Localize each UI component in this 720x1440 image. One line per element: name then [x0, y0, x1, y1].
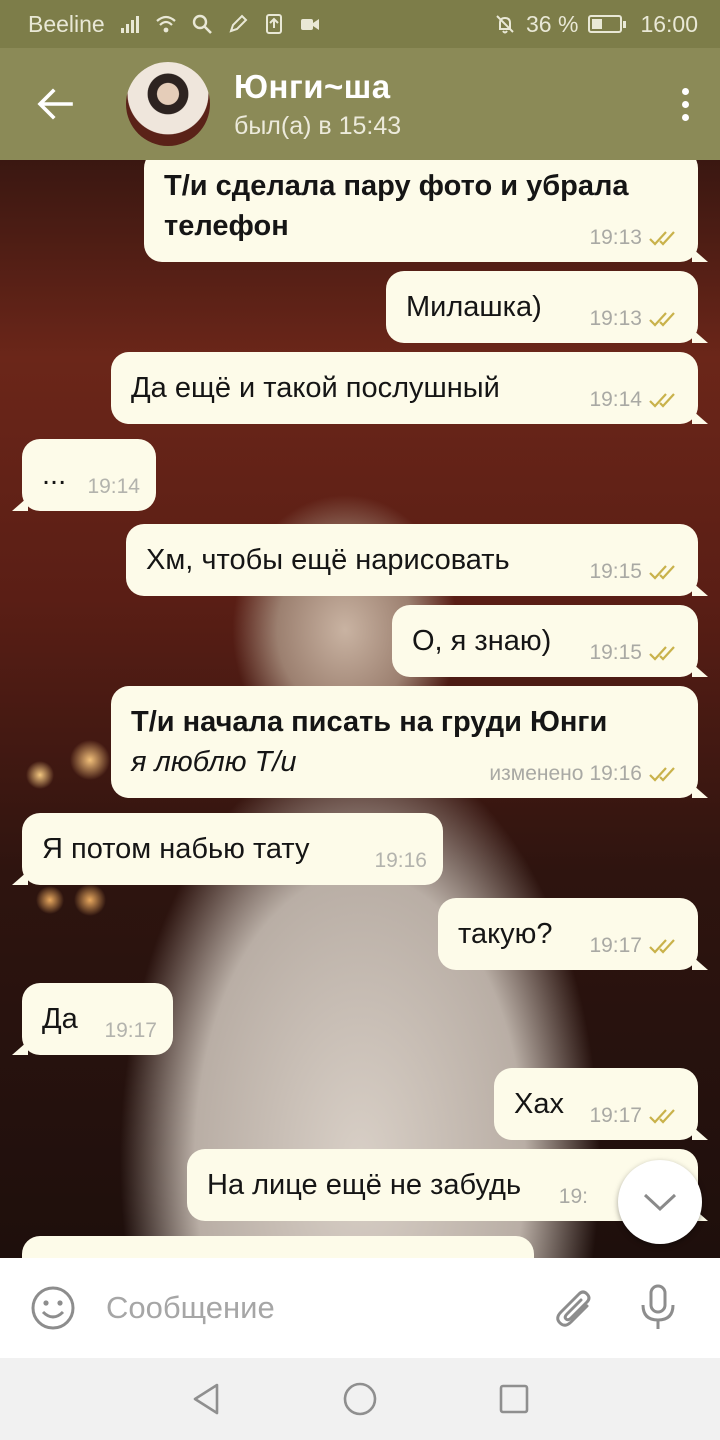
message-text: такую?: [458, 918, 553, 950]
message-text: Да: [42, 1003, 78, 1035]
status-bar: Beeline 36 % 16:00: [0, 0, 720, 48]
message-time: 19:17: [589, 1104, 642, 1127]
contact-status: был(а) в 15:43: [234, 111, 402, 140]
battery-percent: 36 %: [526, 10, 579, 37]
message-input[interactable]: [106, 1290, 526, 1326]
message-meta: 19:17: [589, 934, 682, 958]
system-nav-bar: [0, 1358, 720, 1440]
message-text: Милашка): [406, 291, 542, 323]
message-time: 19:16: [589, 762, 642, 785]
message-bubble[interactable]: Милашка) 19:13: [386, 271, 708, 343]
message-text: Хм, чтобы ещё нарисовать: [146, 544, 510, 576]
square-recents-icon: [499, 1384, 529, 1414]
read-ticks-icon: [649, 393, 675, 408]
carrier-name: Beeline: [28, 10, 105, 37]
message-text: О, я знаю): [412, 625, 552, 657]
message-bubble[interactable]: Да 19:17: [12, 983, 173, 1055]
message-time: 19:13: [589, 226, 642, 249]
message-text: Т/и сделала пару фото и убрала: [164, 170, 629, 202]
message-meta: 19:14: [87, 475, 140, 499]
message-text: ...: [42, 459, 67, 491]
read-ticks-icon: [649, 231, 675, 246]
message-time: 19:: [558, 1185, 588, 1208]
triangle-back-icon: [193, 1383, 219, 1415]
pen-icon: [229, 14, 248, 33]
message-bubble[interactable]: Да ещё и такой послушный 19:14: [111, 352, 708, 424]
message-text: Я потом набью тату: [42, 833, 310, 865]
wifi-icon: [156, 15, 176, 33]
arrow-left-icon: [37, 88, 73, 120]
message-bubble[interactable]: Хах 19:17: [494, 1068, 708, 1140]
message-bubble[interactable]: ... 19:14: [12, 439, 156, 511]
emoji-button[interactable]: [0, 1258, 106, 1358]
nav-recents-button[interactable]: [437, 1358, 591, 1440]
message-text: Т/и начала писать на груди Юнги: [131, 706, 608, 738]
upload-icon: [265, 14, 282, 34]
chevron-down-icon: [643, 1193, 677, 1212]
scroll-down-button[interactable]: [618, 1160, 702, 1244]
attach-button[interactable]: [540, 1258, 610, 1358]
microphone-button[interactable]: [610, 1258, 706, 1358]
message-meta: 19:13: [589, 226, 682, 250]
message-time: 19:15: [589, 641, 642, 664]
search-icon: [192, 14, 212, 34]
chat-header: Юнги~ша был(а) в 15:43: [0, 48, 720, 160]
message-meta: 19:17: [589, 1104, 682, 1128]
clock: 16:00: [640, 10, 698, 37]
contact-name: Юнги~ша: [234, 67, 391, 105]
microphone-icon: [641, 1284, 675, 1329]
message-text: Да ещё и такой послушный: [131, 372, 500, 404]
message-bubble[interactable]: О, я знаю) 19:15: [392, 605, 708, 677]
message-meta: 19:14: [589, 388, 682, 412]
message-meta: 19:15: [589, 560, 682, 584]
message-bubble[interactable]: Я потом набью тату 19:16: [12, 813, 443, 885]
read-ticks-icon: [649, 646, 675, 661]
message-bubble[interactable]: Т/и сделала пару фото и убрала телефон 1…: [144, 160, 708, 262]
message-time: 19:17: [104, 1019, 157, 1042]
message-meta: 19:13: [589, 307, 682, 331]
read-ticks-icon: [649, 767, 675, 782]
contact-info[interactable]: Юнги~ша был(а) в 15:43: [234, 68, 401, 141]
message-time: 19:14: [589, 388, 642, 411]
message-time: 19:17: [589, 934, 642, 957]
avatar[interactable]: [126, 62, 210, 146]
read-ticks-icon: [649, 1109, 675, 1124]
message-bubble[interactable]: Хм, чтобы ещё нарисовать 19:15: [126, 524, 708, 596]
nav-home-button[interactable]: [283, 1358, 437, 1440]
back-button[interactable]: [0, 48, 110, 160]
mute-icon: [496, 15, 514, 34]
message-time: 19:16: [374, 849, 427, 872]
message-meta: 19:16: [374, 849, 427, 873]
video-icon: [300, 19, 319, 30]
paperclip-icon: [556, 1290, 591, 1327]
message-meta: 19:: [559, 1185, 588, 1209]
smiley-icon: [31, 1286, 75, 1330]
message-meta: изменено 19:16: [489, 762, 682, 786]
message-composer: [0, 1258, 720, 1358]
message-bubble[interactable]: Т/и начала писать на груди Юнги я люблю …: [111, 686, 708, 798]
read-ticks-icon: [649, 312, 675, 327]
battery-icon: [588, 15, 627, 33]
message-text: На лице ещё не забудь: [207, 1169, 522, 1201]
message-time: 19:14: [87, 475, 140, 498]
message-text: я люблю Т/и: [131, 746, 297, 778]
more-vertical-icon[interactable]: [650, 48, 720, 160]
signal-icon: [120, 16, 139, 33]
message-bubble[interactable]: такую? 19:17: [438, 898, 708, 970]
circle-home-icon: [343, 1382, 377, 1416]
nav-back-button[interactable]: [129, 1358, 283, 1440]
message-text: Хах: [514, 1088, 564, 1120]
message-bubble[interactable]: [22, 1236, 534, 1258]
message-meta: 19:15: [589, 641, 682, 665]
message-time: 19:13: [589, 307, 642, 330]
read-ticks-icon: [649, 565, 675, 580]
message-text: телефон: [164, 210, 289, 242]
message-time: 19:15: [589, 560, 642, 583]
edited-label: изменено: [489, 762, 584, 785]
read-ticks-icon: [649, 939, 675, 954]
message-meta: 19:17: [104, 1019, 157, 1043]
chat-area[interactable]: Т/и сделала пару фото и убрала телефон 1…: [0, 160, 720, 1258]
